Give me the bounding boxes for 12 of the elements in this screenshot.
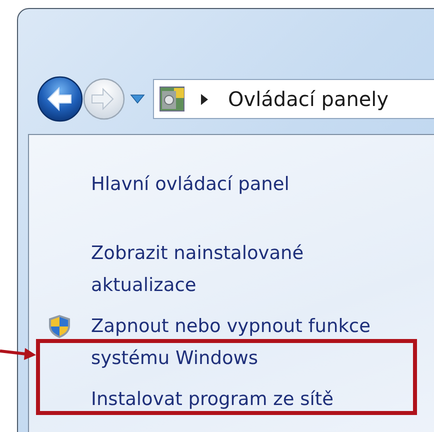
- task-link[interactable]: Instalovat program ze sítě: [91, 384, 406, 416]
- chevron-icon[interactable]: [201, 94, 208, 104]
- task-link[interactable]: Zapnout nebo vypnout funkce systému Windows: [91, 311, 406, 375]
- back-button[interactable]: [37, 76, 83, 122]
- pointer-arrow: [0, 348, 36, 360]
- control-panel-icon: [159, 85, 187, 113]
- breadcrumb[interactable]: Ovládací panely: [228, 87, 389, 111]
- shield-icon: [46, 314, 72, 339]
- address-bar[interactable]: Ovládací panely: [153, 79, 434, 119]
- task-link[interactable]: Zobrazit nainstalované aktualizace: [91, 238, 406, 302]
- recent-pages-button[interactable]: [130, 92, 145, 106]
- task-link[interactable]: Hlavní ovládací panel: [91, 169, 406, 201]
